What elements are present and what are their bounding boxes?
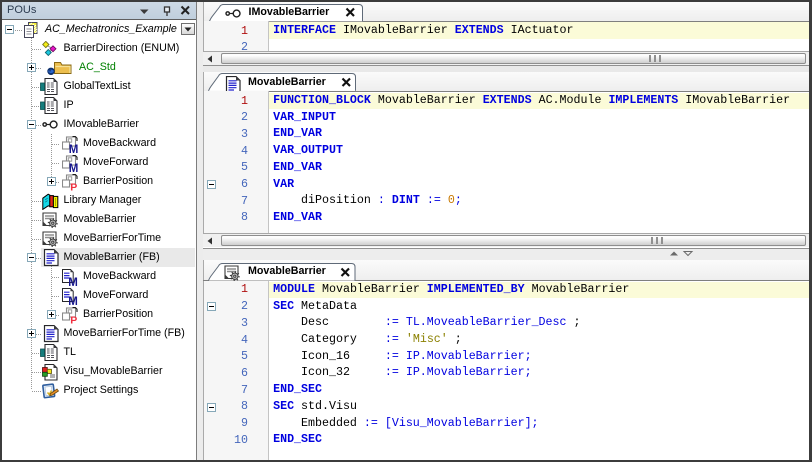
svg-text:M: M: [68, 163, 78, 173]
svg-text:M: M: [68, 277, 78, 287]
svg-text:M: M: [68, 144, 78, 154]
svg-text:P: P: [70, 181, 77, 192]
svg-text:M: M: [68, 296, 78, 306]
svg-text:P: P: [70, 314, 77, 325]
